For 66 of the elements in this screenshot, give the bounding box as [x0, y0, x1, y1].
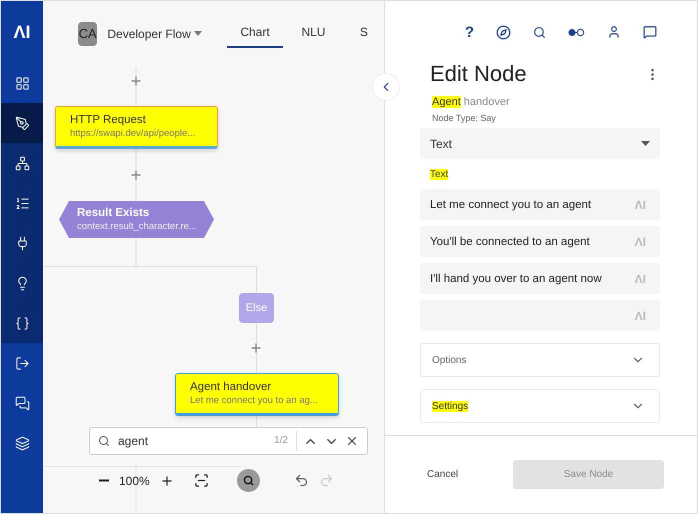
node-subtitle: Let me connect you to an ag...: [190, 395, 319, 406]
undo-button[interactable]: [294, 473, 309, 488]
zoom-in-button[interactable]: [160, 474, 174, 488]
exit-icon: [14, 356, 30, 370]
tab[interactable]: Chart: [226, 19, 284, 48]
fit-view-button[interactable]: [194, 473, 209, 488]
layers-icon: [14, 436, 30, 450]
flow-node[interactable]: HTTP Request https://swapi.dev/api/people...: [55, 106, 218, 149]
flow-selector[interactable]: Developer Flow: [107, 26, 203, 40]
grid-icon: [14, 76, 30, 90]
focus-icon: [194, 473, 209, 488]
sidebar-item[interactable]: [1, 103, 43, 143]
node-subtitle: https://swapi.dev/api/people...: [70, 128, 196, 139]
response-field[interactable]: You'll be connected to an agent ΛI: [420, 226, 660, 257]
close-button[interactable]: [345, 434, 359, 448]
node-name: Agent handover: [431, 96, 511, 108]
node-title: Result Exists: [77, 207, 150, 219]
user-icon[interactable]: [607, 25, 621, 39]
plus-icon: [160, 474, 174, 488]
accordion-header[interactable]: Settings: [420, 389, 660, 423]
type-select[interactable]: Text: [420, 128, 660, 159]
chat-icon: [14, 396, 30, 410]
chat-icon[interactable]: [643, 25, 657, 39]
search-field[interactable]: agent: [116, 433, 266, 449]
ai-label: ΛI: [634, 308, 646, 322]
response-field[interactable]: I'll hand you over to an agent now ΛI: [420, 263, 660, 294]
avatar: CA: [78, 22, 98, 46]
search-icon: [98, 435, 110, 447]
match-count: 1/2: [274, 431, 297, 451]
search-bar[interactable]: agent 1/2: [89, 427, 368, 455]
node-title: Agent handover: [190, 381, 272, 393]
list-icon: [14, 196, 30, 210]
close-icon: [345, 434, 359, 448]
node-subtitle: context.result_character.re...: [77, 221, 196, 232]
redo-icon: [318, 473, 334, 488]
search-icon[interactable]: [533, 26, 546, 38]
caret-icon: [192, 30, 203, 36]
node-type: Node Type: Say: [431, 113, 497, 123]
ai-label: ΛI: [634, 272, 646, 286]
toggle-icon[interactable]: [568, 28, 585, 36]
tab[interactable]: S: [344, 19, 384, 48]
pen-icon: [14, 116, 30, 130]
search-icon: [242, 474, 254, 487]
node-title: HTTP Request: [70, 114, 147, 126]
accordion-header[interactable]: Options: [420, 343, 660, 377]
help-button[interactable]: ?: [464, 24, 474, 40]
hierarchy-icon: [14, 156, 30, 170]
cancel-button[interactable]: Cancel: [427, 469, 458, 480]
response-field[interactable]: Let me connect you to an agent ΛI: [420, 189, 660, 220]
caret-icon: [641, 141, 650, 146]
ai-label: ΛI: [634, 198, 646, 212]
add-node-icon[interactable]: [129, 168, 143, 182]
add-node-icon[interactable]: [129, 74, 143, 88]
compass-icon[interactable]: [496, 24, 511, 40]
braces-icon: [14, 316, 30, 330]
app-logo: ΛI: [12, 20, 32, 44]
search-button[interactable]: [236, 469, 260, 492]
tab[interactable]: NLU: [293, 19, 334, 48]
add-node-icon[interactable]: [249, 341, 263, 355]
flow-node[interactable]: Agent handover Let me connect you to an ag...: [175, 373, 339, 416]
zoom-level: 100%: [119, 474, 150, 488]
ai-label: ΛI: [634, 234, 646, 248]
panel-title: Edit Node: [430, 61, 527, 87]
zoom-out-button[interactable]: [99, 479, 109, 482]
minus-icon: [99, 479, 109, 482]
undo-icon: [294, 473, 309, 488]
